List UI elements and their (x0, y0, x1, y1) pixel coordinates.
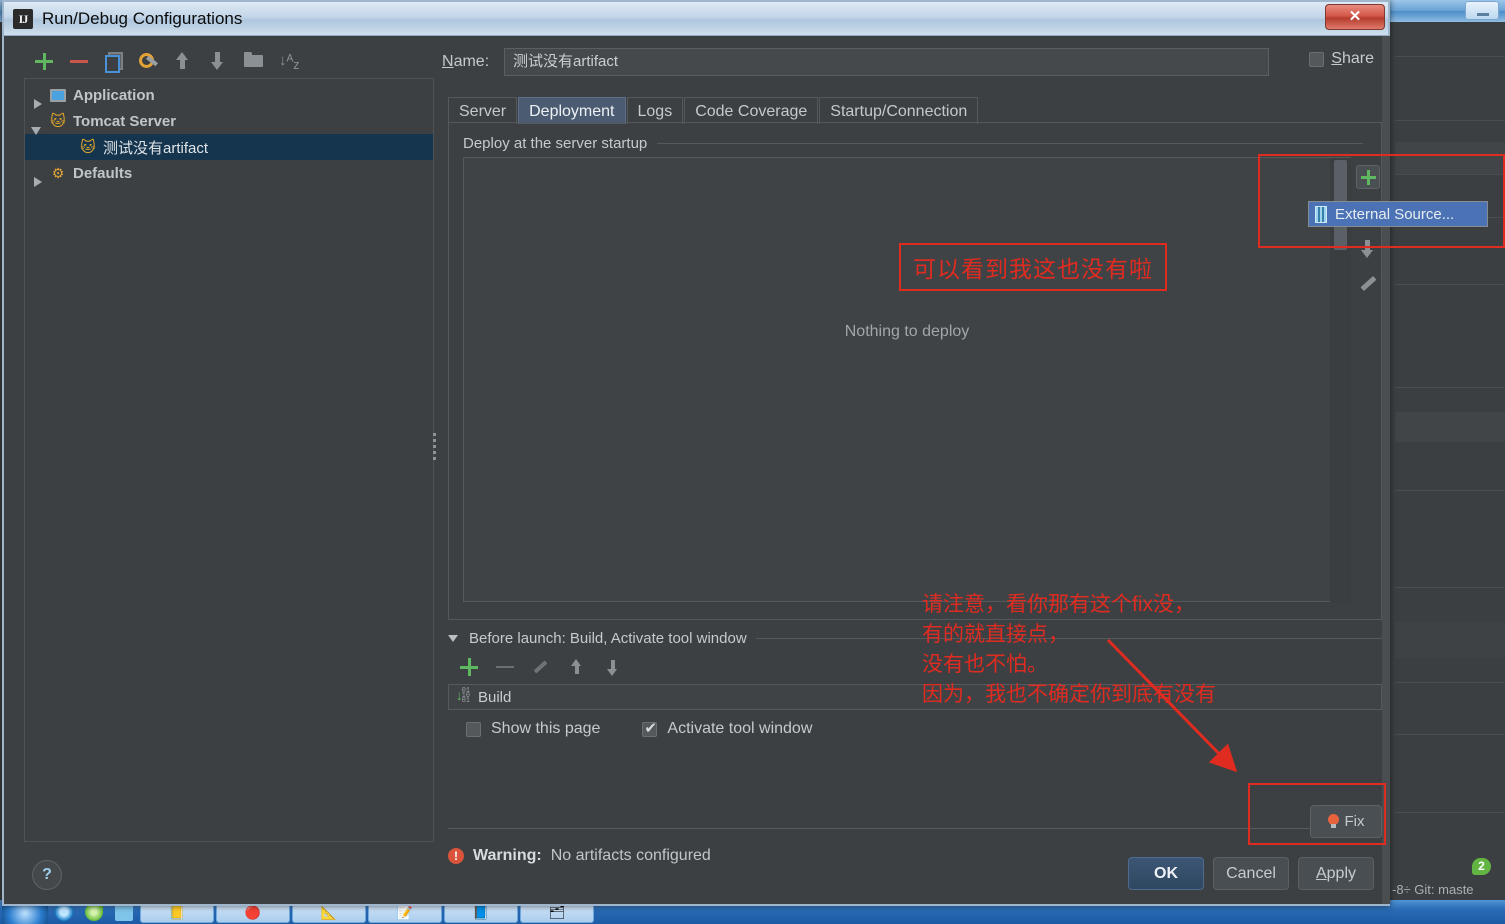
pencil-icon[interactable] (1356, 273, 1380, 297)
sort-az-icon[interactable]: ↓ᴬz (279, 51, 300, 72)
close-icon[interactable]: ✕ (1325, 4, 1385, 30)
minus-icon[interactable] (69, 51, 89, 71)
arrow-up-icon[interactable] (174, 51, 194, 71)
tab-startup-connection[interactable]: Startup/Connection (819, 97, 979, 124)
task-label: Build (478, 688, 512, 706)
tab-deployment[interactable]: Deployment (518, 97, 626, 124)
before-launch-task-build[interactable]: ↓ 01 10 01 Build (448, 684, 1382, 710)
help-button[interactable]: ? (32, 860, 62, 890)
warning-row: ! Warning: No artifacts configured (448, 844, 711, 868)
fix-button[interactable]: Fix (1310, 805, 1382, 838)
before-launch-header[interactable]: Before launch: Build, Activate tool wind… (448, 628, 1382, 648)
artifact-icon (1315, 205, 1327, 223)
legend-rule (657, 142, 1363, 144)
cancel-button[interactable]: Cancel (1213, 857, 1289, 890)
run-debug-configurations-dialog: IJ Run/Debug Configurations ✕ ↓ᴬz Applic… (2, 0, 1390, 906)
name-input[interactable]: 测试没有artifact (504, 48, 1269, 76)
tree-item-tomcat-server[interactable]: 🐱 Tomcat Server (25, 108, 433, 135)
plus-icon[interactable] (34, 51, 54, 71)
arrow-down-icon[interactable] (1356, 237, 1380, 261)
arrow-up-icon[interactable] (568, 658, 586, 676)
background-panel (1395, 622, 1505, 658)
application-icon (47, 87, 69, 103)
deploy-legend: Deploy at the server startup (463, 133, 1363, 153)
tomcat-icon: 🐱 (50, 113, 66, 130)
before-launch-toolbar (448, 652, 1382, 682)
before-launch-section: Before launch: Build, Activate tool wind… (448, 628, 1382, 748)
configurations-tree[interactable]: Application 🐱 Tomcat Server 🐱 测试没有artifa… (24, 78, 434, 842)
name-label: Name: (442, 53, 490, 70)
external-source-label: External Source... (1335, 205, 1455, 223)
lightbulb-icon (1327, 814, 1339, 829)
panel-splitter-handle[interactable] (430, 430, 440, 470)
deployment-artifacts-list[interactable]: Nothing to deploy (463, 157, 1351, 603)
warning-prefix: Warning: (473, 847, 542, 864)
dialog-right-edge (1382, 36, 1390, 904)
ok-button[interactable]: OK (1128, 857, 1204, 890)
notification-badge[interactable]: 2 (1472, 858, 1491, 875)
background-panel (1395, 412, 1505, 442)
copy-icon[interactable] (104, 51, 124, 73)
share-checkbox[interactable] (1309, 51, 1325, 67)
tree-item-label: Tomcat Server (73, 112, 177, 130)
warning-separator (448, 828, 1382, 829)
show-this-page-checkbox[interactable] (466, 721, 481, 737)
error-icon: ! (448, 848, 464, 864)
empty-state-text: Nothing to deploy (844, 323, 970, 340)
minus-icon[interactable] (496, 658, 514, 676)
external-source-menu-item[interactable]: External Source... (1308, 201, 1488, 227)
deploy-legend-label: Deploy at the server startup (463, 134, 648, 152)
dialog-buttons: OK Cancel Apply (1128, 857, 1374, 890)
tab-server[interactable]: Server (448, 97, 518, 124)
dialog-title: Run/Debug Configurations (42, 8, 243, 28)
share-label: Share (1331, 50, 1374, 67)
dialog-titlebar[interactable]: IJ Run/Debug Configurations ✕ (2, 0, 1390, 36)
build-icon: ↓ 01 10 01 (455, 687, 470, 705)
configurations-tree-panel: ↓ᴬz Application 🐱 Tomcat Server 🐱 测试没有ar… (24, 44, 434, 842)
tree-item-selected-configuration[interactable]: 🐱 测试没有artifact (25, 134, 433, 160)
wrench-icon[interactable] (139, 51, 159, 71)
tab-logs[interactable]: Logs (626, 97, 684, 124)
tree-toolbar: ↓ᴬz (24, 44, 434, 78)
arrow-down-icon[interactable] (209, 51, 229, 71)
plus-icon[interactable] (460, 658, 478, 676)
configuration-details-pane: Name: 测试没有artifact Share Server Deployme… (442, 44, 1382, 864)
deployment-tab-content: Deploy at the server startup Nothing to … (448, 122, 1382, 620)
background-panel (1395, 142, 1505, 174)
show-this-page-label: Show this page (491, 720, 601, 737)
tomcat-icon: 🐱 (80, 139, 96, 156)
before-launch-options: Show this page Activate tool window (448, 719, 1382, 738)
pencil-icon[interactable] (532, 658, 550, 676)
tree-item-defaults[interactable]: ⚙ Defaults (25, 160, 433, 187)
folder-icon[interactable] (244, 51, 264, 71)
configuration-tabs[interactable]: Server Deployment Logs Code Coverage Sta… (448, 96, 979, 124)
before-launch-label: Before launch: Build, Activate tool wind… (469, 629, 747, 647)
chevron-down-icon[interactable] (448, 632, 460, 644)
activate-tool-window-checkbox[interactable] (642, 719, 658, 737)
minimize-button[interactable] (1465, 1, 1499, 20)
fix-button-label: Fix (1344, 813, 1365, 830)
tree-item-label: 测试没有artifact (103, 139, 209, 157)
tree-item-label: Defaults (73, 164, 133, 182)
plus-icon[interactable] (1356, 165, 1380, 189)
apply-button[interactable]: Apply (1298, 857, 1374, 890)
share-checkbox-group[interactable]: Share (1309, 50, 1374, 68)
status-bar-text: -8÷ Git: maste (1392, 882, 1474, 897)
intellij-idea-icon: IJ (13, 8, 33, 29)
arrow-down-icon[interactable] (604, 658, 622, 676)
activate-tool-window-label: Activate tool window (667, 720, 813, 737)
tab-code-coverage[interactable]: Code Coverage (684, 97, 819, 124)
name-row: Name: 测试没有artifact Share (442, 44, 1382, 80)
warning-message: No artifacts configured (550, 847, 711, 864)
gear-icon: ⚙ (51, 164, 65, 181)
tree-item-label: Application (73, 86, 155, 104)
tree-item-application[interactable]: Application (25, 82, 433, 109)
section-rule (755, 637, 1382, 639)
